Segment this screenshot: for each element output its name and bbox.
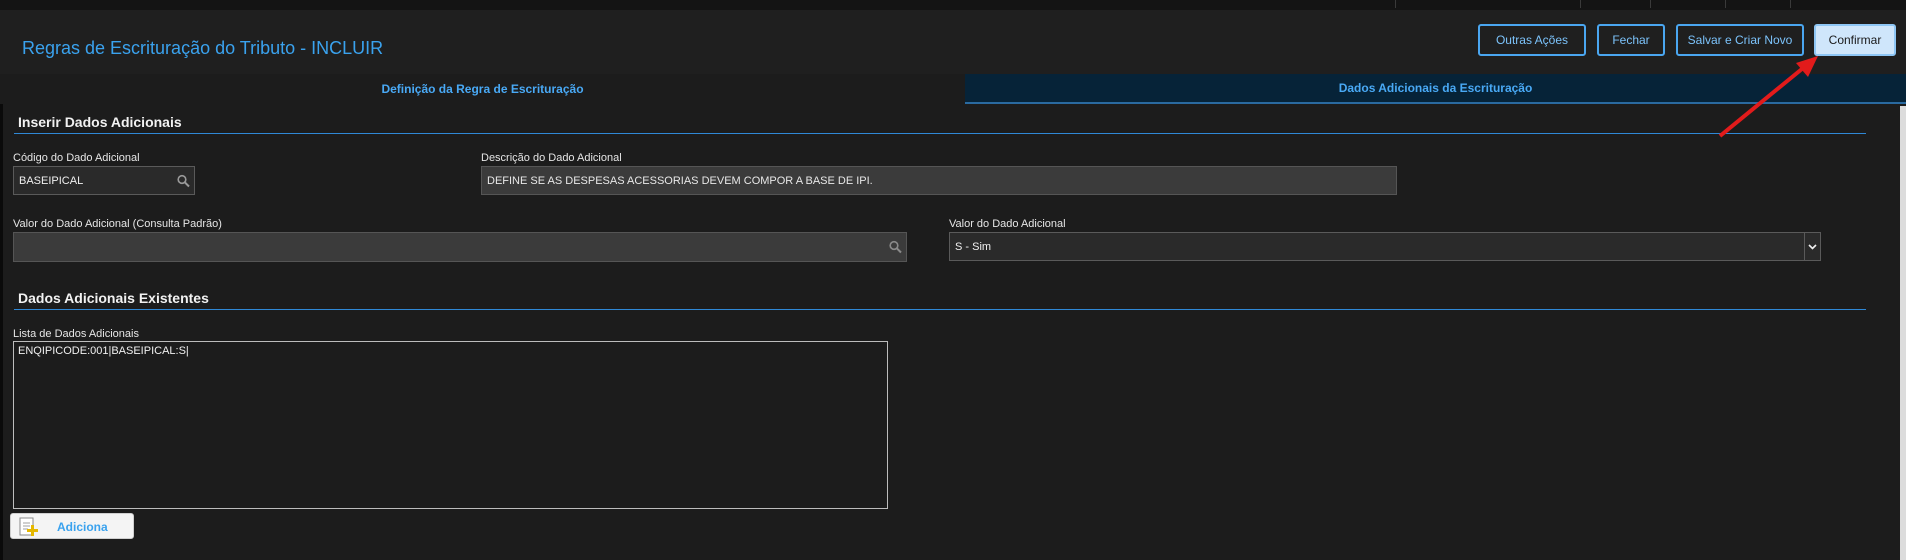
search-icon[interactable] <box>177 174 190 187</box>
vertical-scrollbar[interactable] <box>1900 106 1906 560</box>
adiciona-button[interactable]: Adiciona <box>10 513 134 539</box>
top-strip-divider <box>1725 0 1726 8</box>
top-strip <box>0 0 1906 10</box>
lista-dados-adicionais[interactable]: ENQIPICODE:001|BASEIPICAL:S| <box>13 341 888 509</box>
search-icon <box>889 240 902 254</box>
valor-select[interactable]: S - Sim <box>949 232 1821 261</box>
codigo-value: BASEIPICAL <box>19 174 84 187</box>
section-title-inserir: Inserir Dados Adicionais <box>18 114 182 130</box>
top-strip-divider <box>1650 0 1651 8</box>
descricao-value: DEFINE SE AS DESPESAS ACESSORIAS DEVEM C… <box>487 174 873 187</box>
left-edge <box>0 104 3 560</box>
page-title: Regras de Escrituração do Tributo - INCL… <box>22 38 384 58</box>
add-document-icon <box>19 517 38 536</box>
codigo-label: Código do Dado Adicional <box>13 152 140 164</box>
descricao-label: Descrição do Dado Adicional <box>481 152 622 164</box>
valor-label: Valor do Dado Adicional <box>949 218 1066 230</box>
valor-select-value: S - Sim <box>955 240 992 253</box>
lista-label: Lista de Dados Adicionais <box>13 328 139 340</box>
outras-acoes-button[interactable]: Outras Ações <box>1478 24 1586 56</box>
tab-definicao-regra[interactable]: Definição da Regra de Escrituração <box>0 74 965 104</box>
annotation-arrow <box>1718 56 1818 138</box>
codigo-field[interactable]: BASEIPICAL <box>13 166 195 195</box>
adiciona-label: Adiciona <box>57 520 108 534</box>
chevron-down-icon[interactable] <box>1804 233 1820 260</box>
top-strip-divider <box>1580 0 1581 8</box>
list-item[interactable]: ENQIPICODE:001|BASEIPICAL:S| <box>18 345 189 357</box>
section-divider <box>14 309 1866 310</box>
top-strip-divider <box>1790 0 1791 8</box>
valor-consulta-field <box>13 232 907 262</box>
section-title-existentes: Dados Adicionais Existentes <box>18 290 209 306</box>
tab-bar: Definição da Regra de Escrituração Dados… <box>0 74 1906 104</box>
valor-consulta-label: Valor do Dado Adicional (Consulta Padrão… <box>13 218 222 230</box>
fechar-button[interactable]: Fechar <box>1597 24 1665 56</box>
descricao-field: DEFINE SE AS DESPESAS ACESSORIAS DEVEM C… <box>481 166 1397 195</box>
top-strip-divider <box>1395 0 1396 8</box>
section-divider <box>14 133 1866 134</box>
